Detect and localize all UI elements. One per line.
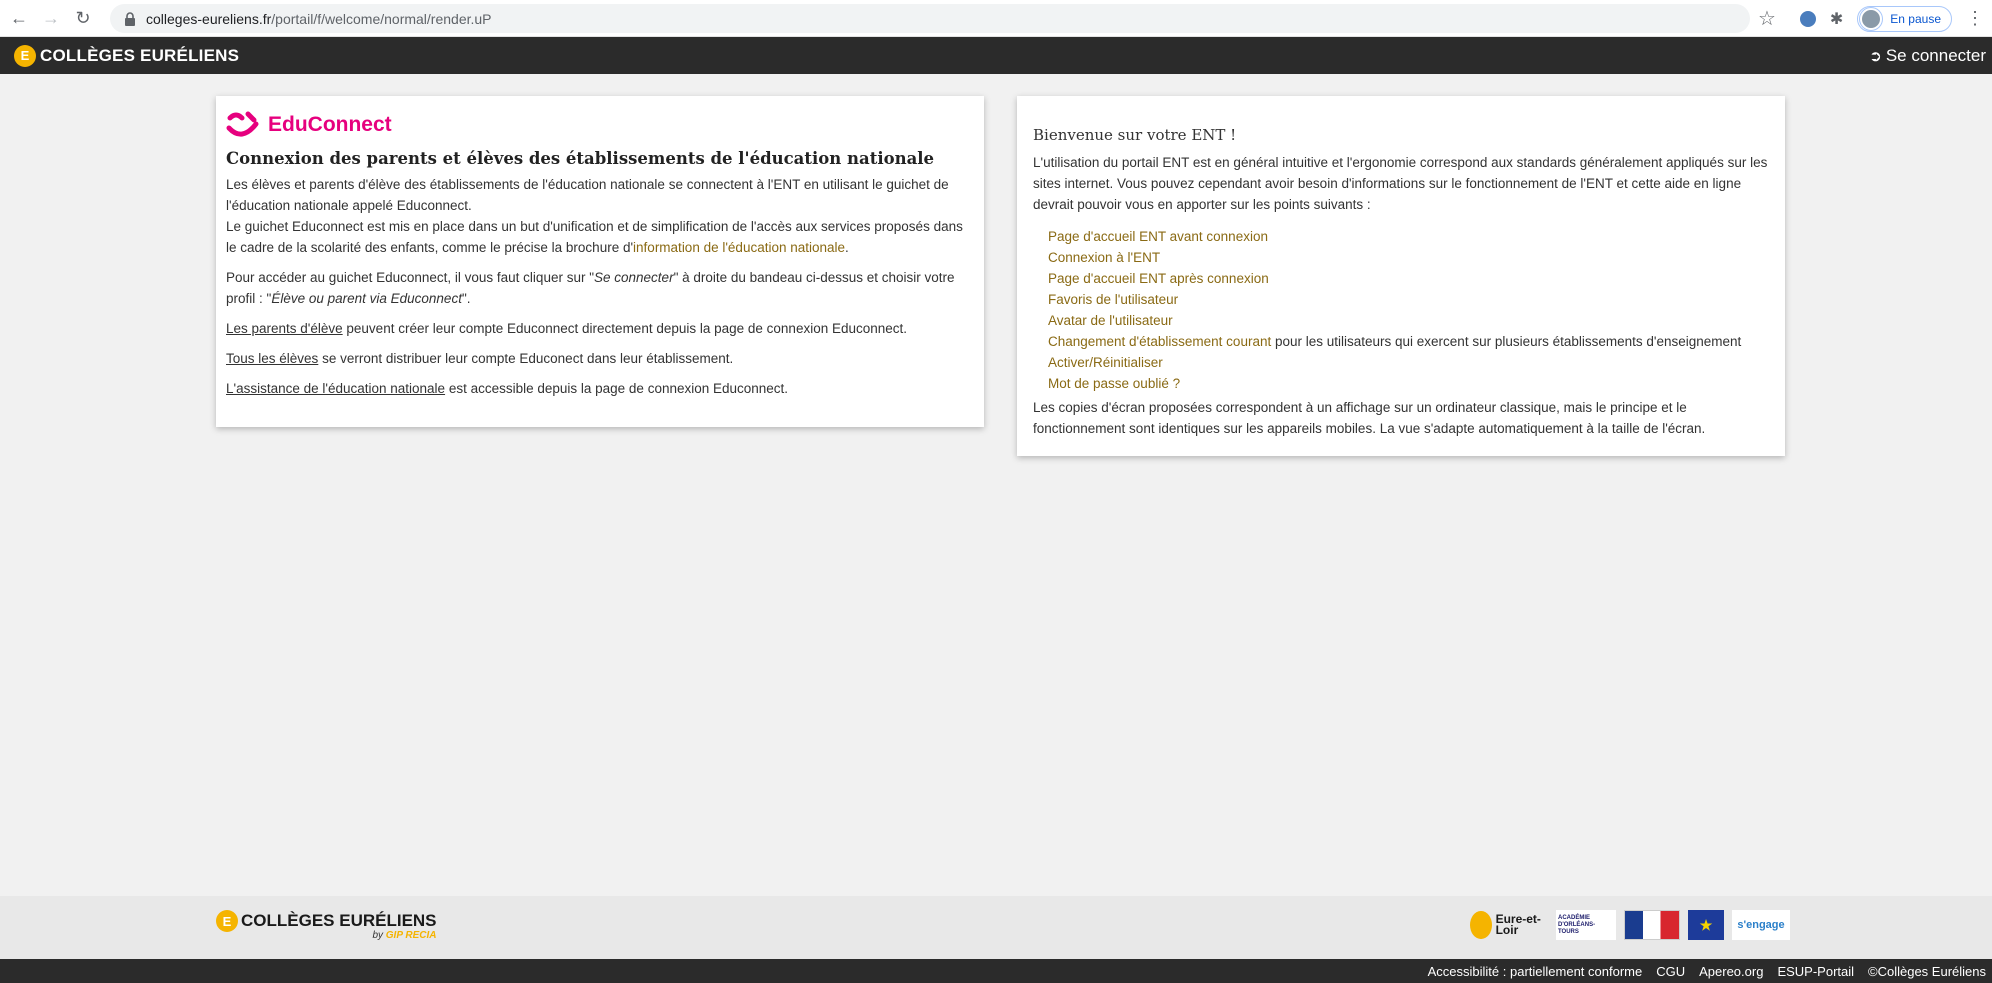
emphasis-text: Se connecter <box>594 270 674 285</box>
help-link-login[interactable]: Connexion à l'ENT <box>1048 250 1160 265</box>
welcome-intro: L'utilisation du portail ENT est en géné… <box>1033 155 1768 212</box>
paragraph-text: ". <box>461 291 471 306</box>
brand-link[interactable]: E COLLÈGES EURÉLIENS <box>14 44 240 67</box>
address-bar[interactable]: colleges-eureliens.fr/portail/f/welcome/… <box>110 4 1750 33</box>
list-item: Changement d'établissement courant pour … <box>1048 331 1769 352</box>
footer-brand-name: COLLÈGES EURÉLIENS <box>241 911 437 930</box>
profile-status: En pause <box>1890 11 1941 26</box>
brand-name: COLLÈGES EURÉLIENS <box>40 45 240 65</box>
back-icon[interactable]: ← <box>6 5 32 31</box>
educonnect-mark-icon <box>226 111 259 137</box>
profile-button[interactable]: En pause <box>1857 5 1952 32</box>
cgu-link[interactable]: CGU <box>1656 964 1685 979</box>
list-item: Page d'accueil ENT après connexion <box>1048 268 1769 289</box>
paragraph-text: peuvent créer leur compte Educonnect dir… <box>342 321 908 336</box>
lock-icon <box>125 11 135 26</box>
eure-et-loir-text: Eure-et-Loir <box>1495 912 1541 937</box>
educonnect-paragraph-3: Les parents d'élève peuvent créer leur c… <box>226 318 974 339</box>
gip-recia-text: GIP RECIA <box>385 930 437 941</box>
partner-logos: Eure-et-Loir ACADÉMIE D'ORLÉANS-TOURS ★ … <box>1470 910 1790 940</box>
european-union-logo[interactable]: ★ <box>1688 910 1724 940</box>
paragraph-text: . <box>845 240 849 255</box>
footer: E COLLÈGES EURÉLIENS by GIP RECIA Eure-e… <box>0 896 1992 959</box>
footer-brand-sub: by GIP RECIA <box>216 930 437 941</box>
avatar <box>1860 7 1883 30</box>
url-path: /portail/f/welcome/normal/render.uP <box>271 10 492 27</box>
help-link-home-before[interactable]: Page d'accueil ENT avant connexion <box>1048 229 1268 244</box>
educonnect-paragraph-1: Les élèves et parents d'élève des établi… <box>226 174 974 258</box>
bookmark-star-icon[interactable]: ☆ <box>1758 6 1776 31</box>
students-link[interactable]: Tous les élèves <box>226 351 318 366</box>
paragraph-text: est accessible depuis la page de connexi… <box>445 381 789 396</box>
list-item-suffix: pour les utilisateurs qui exercent sur p… <box>1271 334 1742 349</box>
educonnect-logo: EduConnect <box>226 108 974 142</box>
extensions-puzzle-icon[interactable]: ✱ <box>1830 9 1843 29</box>
url-host: colleges-eureliens.fr <box>146 10 272 27</box>
extension-icon[interactable] <box>1799 10 1816 27</box>
europe-engage-logo[interactable]: s'engage <box>1732 910 1790 940</box>
welcome-title: Bienvenue sur votre ENT ! <box>1033 126 1237 144</box>
esup-portail-link[interactable]: ESUP-Portail <box>1777 964 1854 979</box>
brand-logo-icon: E <box>14 44 36 67</box>
accessibility-link[interactable]: Accessibilité : partiellement conforme <box>1428 964 1643 979</box>
welcome-outro: Les copies d'écran proposées corresponde… <box>1033 400 1706 436</box>
by-text: by <box>372 930 383 941</box>
login-button[interactable]: ➲ Se connecter <box>1869 46 1986 66</box>
footer-brand-logo-icon: E <box>216 910 238 932</box>
forward-icon[interactable]: → <box>38 5 64 31</box>
educonnect-logo-text: EduConnect <box>268 113 392 136</box>
footer-links-bar: Accessibilité : partiellement conforme C… <box>0 959 1992 983</box>
paragraph-text: se verront distribuer leur compte Educon… <box>318 351 734 366</box>
eure-et-loir-mark-icon <box>1470 911 1492 939</box>
emphasis-text: Élève ou parent via Educonnect <box>271 291 462 306</box>
assistance-link[interactable]: L'assistance de l'éducation nationale <box>226 381 445 396</box>
list-item: Connexion à l'ENT <box>1048 247 1769 268</box>
educonnect-paragraph-2: Pour accéder au guichet Educonnect, il v… <box>226 267 974 309</box>
reload-icon[interactable]: ↻ <box>70 5 96 31</box>
academie-logo[interactable]: ACADÉMIE D'ORLÉANS-TOURS <box>1556 910 1616 940</box>
browser-toolbar: ← → ↻ colleges-eureliens.fr/portail/f/we… <box>0 0 1992 37</box>
parents-link[interactable]: Les parents d'élève <box>226 321 343 336</box>
login-label: Se connecter <box>1885 45 1986 65</box>
welcome-card: Bienvenue sur votre ENT ! L'utilisation … <box>1017 96 1785 456</box>
help-link-password[interactable]: Mot de passe oublié ? <box>1048 376 1180 391</box>
help-link-home-after[interactable]: Page d'accueil ENT après connexion <box>1048 271 1269 286</box>
copyright-link[interactable]: ©Collèges Euréliens <box>1868 964 1986 979</box>
educonnect-paragraph-4: Tous les élèves se verront distribuer le… <box>226 348 974 369</box>
menu-kebab-icon[interactable]: ⋮ <box>1966 8 1984 29</box>
educonnect-paragraph-5: L'assistance de l'éducation nationale es… <box>226 378 974 399</box>
educonnect-heading: Connexion des parents et élèves des étab… <box>226 149 935 168</box>
apereo-link[interactable]: Apereo.org <box>1699 964 1763 979</box>
help-link-avatar[interactable]: Avatar de l'utilisateur <box>1048 313 1173 328</box>
educonnect-card: EduConnect Connexion des parents et élèv… <box>216 96 984 427</box>
help-link-activate[interactable]: Activer/Réinitialiser <box>1048 355 1163 370</box>
footer-brand[interactable]: E COLLÈGES EURÉLIENS by GIP RECIA <box>216 910 437 941</box>
paragraph-text: Pour accéder au guichet Educonnect, il v… <box>226 270 595 285</box>
site-header: E COLLÈGES EURÉLIENS ➲ Se connecter <box>0 37 1992 74</box>
list-item: Avatar de l'utilisateur <box>1048 310 1769 331</box>
republique-francaise-logo[interactable] <box>1624 910 1680 940</box>
help-links-list: Page d'accueil ENT avant connexion Conne… <box>1033 226 1769 394</box>
sign-in-icon: ➲ <box>1869 47 1882 65</box>
information-link[interactable]: information de l'éducation nationale <box>633 240 845 255</box>
eure-et-loir-logo[interactable]: Eure-et-Loir <box>1470 910 1548 940</box>
list-item: Favoris de l'utilisateur <box>1048 289 1769 310</box>
paragraph-text: Les élèves et parents d'élève des établi… <box>226 177 949 213</box>
help-link-school-change[interactable]: Changement d'établissement courant <box>1048 334 1271 349</box>
list-item: Page d'accueil ENT avant connexion <box>1048 226 1769 247</box>
list-item: Mot de passe oublié ? <box>1048 373 1769 394</box>
paragraph-text: Le guichet Educonnect est mis en place d… <box>226 219 963 255</box>
list-item: Activer/Réinitialiser <box>1048 352 1769 373</box>
help-link-favorites[interactable]: Favoris de l'utilisateur <box>1048 292 1178 307</box>
